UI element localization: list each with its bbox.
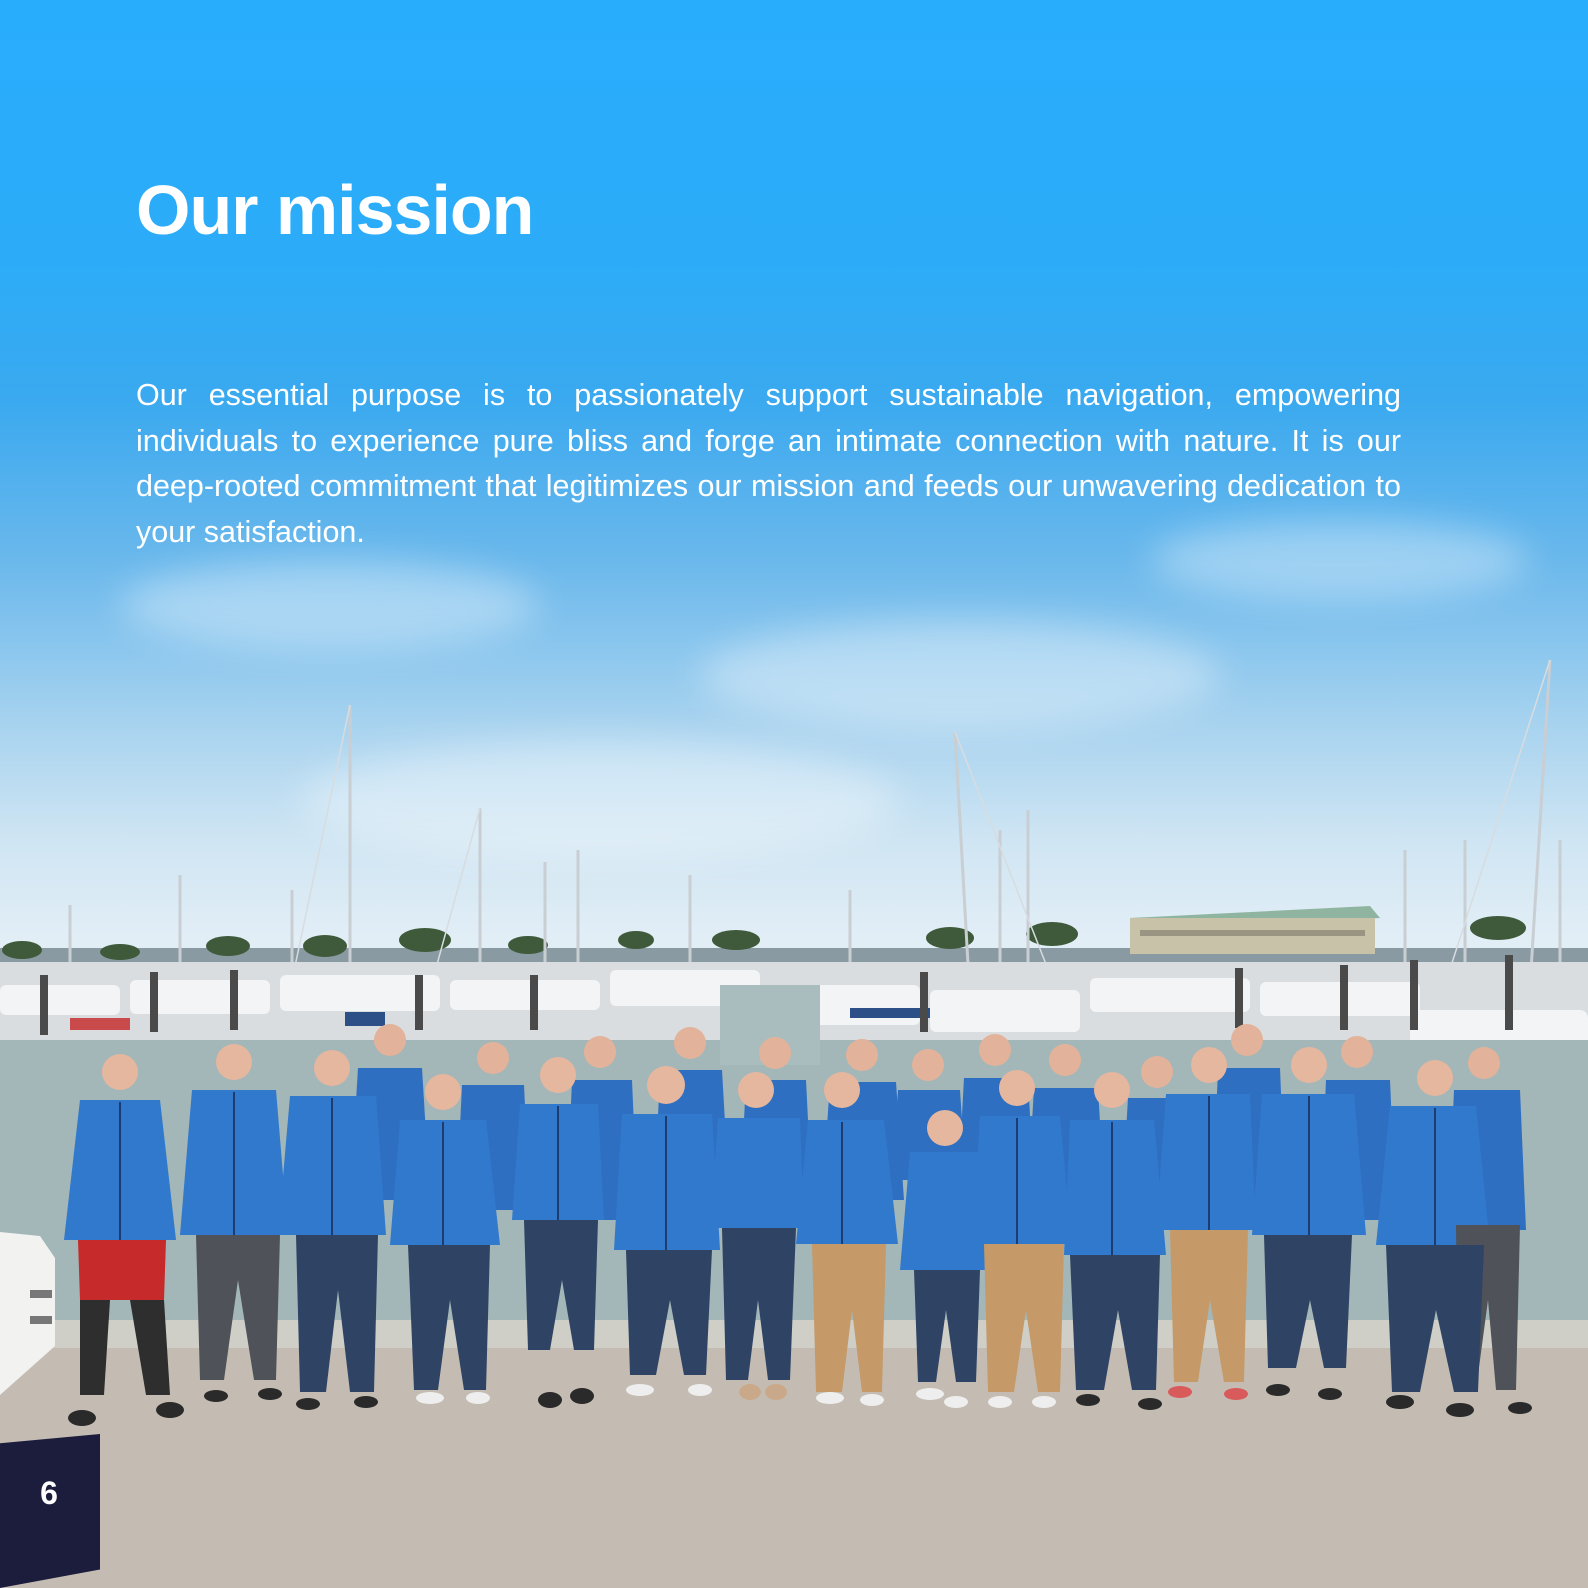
mission-paragraph: Our essential purpose is to passionately… — [136, 378, 1401, 549]
harbor-building — [1130, 906, 1380, 954]
page-title: Our mission — [136, 171, 534, 249]
brochure-page: Our mission Our essential purpose is to … — [0, 0, 1588, 1588]
quay-ground — [0, 1348, 1588, 1588]
page-number: 6 — [40, 1475, 58, 1511]
quay-edge — [0, 1320, 1588, 1350]
